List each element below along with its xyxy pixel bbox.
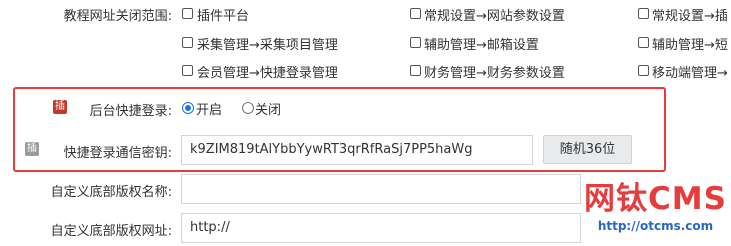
checkbox-general-plugin[interactable] [638, 8, 649, 19]
checkbox-label: 常规设置→插 [652, 9, 728, 24]
plugin-icon: 插 [53, 100, 67, 114]
checkbox-label: 常规设置→网站参数设置 [424, 9, 565, 24]
watermark-logo: 网钛CMS http://otcms.com [580, 180, 731, 246]
radio-quick-login-off[interactable] [242, 102, 254, 114]
checkbox-label: 辅助管理→短 [652, 38, 728, 53]
copyright-name-input[interactable] [181, 174, 581, 204]
checkbox-sms-settings[interactable] [638, 37, 649, 48]
radio-quick-login-on[interactable] [182, 102, 194, 114]
quick-login-label: 后台快捷登录: [89, 104, 172, 119]
checkbox-quick-login-manage[interactable] [182, 65, 193, 76]
secret-key-input[interactable]: k9ZIM819tAlYbbYywRT3qrRfRaSj7PP5haWg [181, 135, 533, 165]
checkbox-label: 辅助管理→邮箱设置 [424, 38, 539, 53]
checkbox-site-params[interactable] [410, 8, 421, 19]
checkbox-label: 采集管理→采集项目管理 [197, 38, 338, 53]
checkbox-mobile-manage[interactable] [638, 65, 649, 76]
watermark-url: http://otcms.com [597, 219, 714, 233]
close-range-label: 教程网址关闭范围: [63, 9, 172, 24]
plugin-icon: 插 [25, 142, 39, 156]
checkbox-collect-project[interactable] [182, 37, 193, 48]
copyright-url-input[interactable]: http:// [181, 213, 581, 243]
checkbox-finance-params[interactable] [410, 65, 421, 76]
copyright-name-label: 自定义底部版权名称: [50, 185, 172, 200]
checkbox-label: 会员管理→快捷登录管理 [197, 66, 338, 81]
checkbox-plugin-platform[interactable] [182, 8, 193, 19]
checkbox-label: 插件平台 [197, 9, 250, 24]
radio-on-label: 开启 [196, 103, 223, 118]
radio-off-label: 关闭 [255, 103, 282, 118]
copyright-url-label: 自定义底部版权网址: [50, 224, 172, 239]
watermark-title: 网钛CMS [584, 181, 727, 217]
secret-key-label: 快捷登录通信密钥: [63, 146, 172, 161]
checkbox-label: 财务管理→财务参数设置 [424, 66, 565, 81]
checkbox-label: 移动端管理→ [652, 66, 728, 81]
checkbox-mail-settings[interactable] [410, 37, 421, 48]
random-36-button[interactable]: 随机36位 [543, 135, 632, 164]
